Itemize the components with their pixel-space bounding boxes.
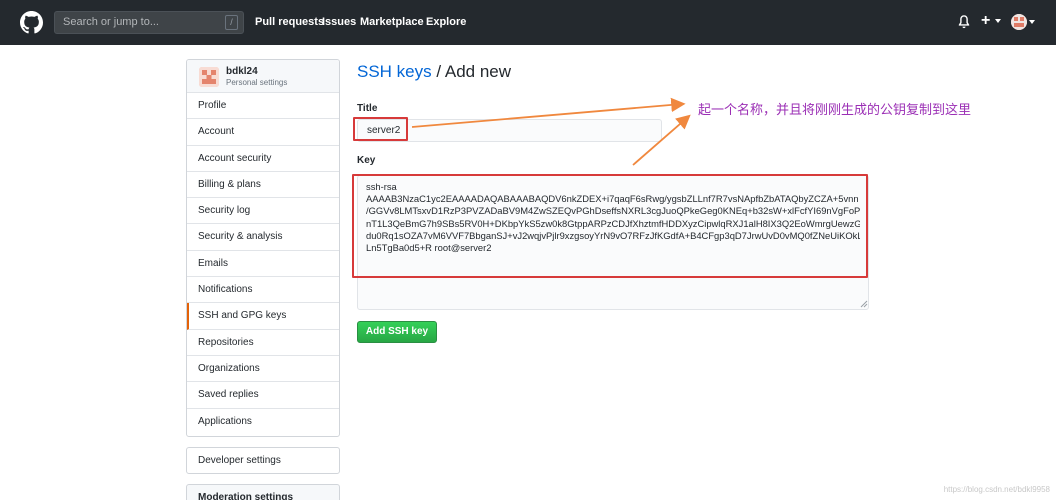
title-input[interactable] [357, 119, 662, 142]
sidebar-item-repositories[interactable]: Repositories [187, 330, 339, 356]
sidebar-item-account-security[interactable]: Account security [187, 146, 339, 172]
sidebar-username: bdkl24 [226, 66, 258, 77]
key-line: /GGVv8LMTsxvD1RzP3PVZADaBV9M4ZwSZEQvPGhD… [366, 205, 860, 217]
sidebar-item-billing[interactable]: Billing & plans [187, 172, 339, 199]
user-dropdown-caret-icon[interactable] [1029, 20, 1035, 24]
sidebar-item-notifications[interactable]: Notifications [187, 277, 339, 304]
annotation-text: 起一个名称，并且将刚刚生成的公钥复制到这里 [698, 102, 972, 117]
page-title-rest: / Add new [431, 62, 512, 81]
sidebar-item-security-log[interactable]: Security log [187, 198, 339, 225]
key-textarea[interactable]: ssh-rsa AAAAB3NzaC1yc2EAAAADAQABAAABAQDV… [357, 175, 869, 310]
avatar-pattern-icon [1011, 14, 1027, 30]
key-label: Key [357, 155, 376, 166]
search-placeholder: Search or jump to... [63, 16, 159, 28]
sidebar-item-organizations[interactable]: Organizations [187, 356, 339, 383]
search-input[interactable]: Search or jump to... / [54, 11, 244, 34]
settings-sidebar: bdkl24 Personal settings Profile Account… [186, 59, 340, 437]
nav-explore[interactable]: Explore [426, 16, 466, 28]
title-label: Title [357, 103, 378, 114]
sidebar-item-security-analysis[interactable]: Security & analysis [187, 224, 339, 251]
key-line: du0Rq1sOZA7vM6VVF7BbganSJ+vJ2wqjvPjlr9xz… [366, 229, 860, 241]
create-new-plus-icon[interactable]: + [981, 12, 990, 30]
page-title: SSH keys / Add new [357, 62, 511, 82]
sidebar-item-developer-settings[interactable]: Developer settings [186, 447, 340, 474]
ssh-keys-breadcrumb-link[interactable]: SSH keys [357, 62, 432, 81]
textarea-resize-grip-icon[interactable] [860, 300, 868, 308]
key-line: AAAAB3NzaC1yc2EAAAADAQABAAABAQDV6nkZDEX+… [366, 193, 859, 205]
nav-marketplace[interactable]: Marketplace [360, 16, 424, 28]
notification-bell-icon[interactable] [957, 14, 971, 30]
sidebar-avatar [199, 67, 219, 87]
nav-issues[interactable]: Issues [322, 16, 356, 28]
user-avatar[interactable] [1011, 14, 1027, 30]
nav-pull-requests[interactable]: Pull requests [255, 16, 324, 28]
sidebar-item-ssh-gpg-keys[interactable]: SSH and GPG keys [187, 303, 339, 330]
github-logo-icon[interactable] [20, 11, 43, 34]
key-line: Ln5TgBa0d5+R root@server2 [366, 242, 492, 254]
sidebar-item-moderation-settings[interactable]: Moderation settings [186, 484, 340, 500]
sidebar-item-saved-replies[interactable]: Saved replies [187, 382, 339, 409]
sidebar-subtitle: Personal settings [226, 78, 288, 87]
key-line: nT1L3QeBmG7h9SBs5RV0H+DKbpYkS5zw0k8GtppA… [366, 217, 860, 229]
sidebar-item-emails[interactable]: Emails [187, 251, 339, 278]
identicon-icon [199, 67, 219, 87]
search-shortcut-key: / [225, 15, 238, 30]
add-ssh-key-button[interactable]: Add SSH key [357, 321, 437, 343]
sidebar-item-account[interactable]: Account [187, 119, 339, 146]
sidebar-item-applications[interactable]: Applications [187, 409, 339, 435]
sidebar-user-header[interactable]: bdkl24 Personal settings [187, 60, 339, 93]
create-dropdown-caret-icon[interactable] [995, 19, 1001, 23]
watermark-text: https://blog.csdn.net/bdkl9958 [943, 485, 1050, 494]
top-header: Search or jump to... / Pull requests Iss… [0, 0, 1056, 45]
sidebar-item-profile[interactable]: Profile [187, 93, 339, 120]
key-line: ssh-rsa [366, 181, 397, 192]
